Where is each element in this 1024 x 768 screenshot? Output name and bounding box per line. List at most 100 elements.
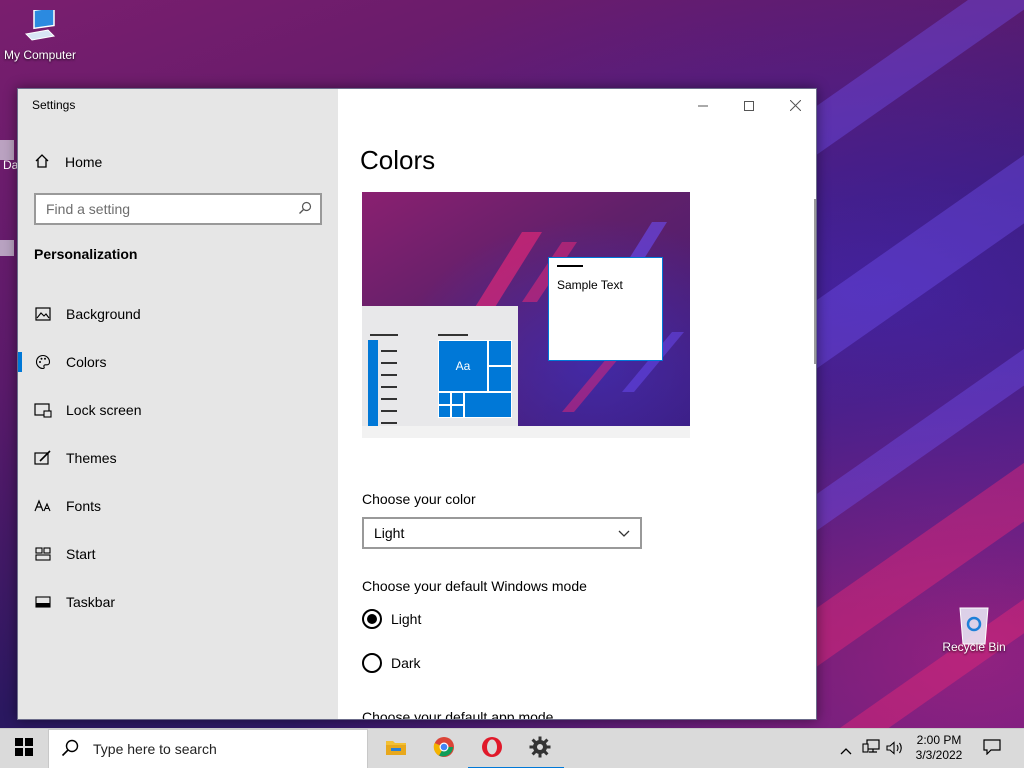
taskbar-app-file-explorer[interactable] [372,729,420,768]
choose-color-label: Choose your color [362,491,476,507]
home-icon [34,153,50,172]
sample-title-line [557,265,583,267]
radio-label: Dark [391,655,421,671]
taskbar-strip-preview [368,340,378,426]
sidebar-item-label: Taskbar [66,594,116,610]
desktop-icon-partial[interactable] [0,140,14,160]
sidebar-item-label: Themes [66,450,117,466]
tile [438,392,451,405]
preview-bottom-strip [362,426,690,438]
sample-text: Sample Text [557,278,623,292]
windows-mode-dark-radio[interactable]: Dark [362,653,421,673]
menu-line [381,410,397,412]
start-icon [34,545,52,563]
menu-line [370,334,398,336]
radio-label: Light [391,611,422,627]
settings-icon [529,736,551,762]
maximize-button[interactable] [726,93,772,117]
action-center-button[interactable] [978,729,1006,768]
tile [488,340,512,366]
taskbar-icon [34,593,52,611]
desktop-icon-recycle-bin[interactable]: Recycle Bin [934,602,1014,654]
minimize-button[interactable] [680,93,726,117]
settings-search-input[interactable] [46,201,298,217]
windows-mode-label: Choose your default Windows mode [362,578,587,594]
sidebar-item-taskbar[interactable]: Taskbar [18,578,338,626]
fonts-icon [34,497,52,515]
menu-line [381,362,397,364]
taskbar-app-opera[interactable] [468,729,516,768]
search-icon[interactable] [298,200,312,219]
sidebar-item-fonts[interactable]: Fonts [18,482,338,530]
search-icon [61,739,79,760]
close-icon [789,96,801,115]
chrome-icon [433,736,455,762]
computer-icon [22,6,58,44]
taskbar-search-box[interactable]: Type here to search [48,729,368,768]
section-title: Personalization [34,246,138,262]
file-explorer-icon [385,738,407,760]
menu-line [438,334,468,336]
page-title: Colors [360,145,436,175]
app-mode-label: Choose your default app mode [362,709,554,720]
sidebar-item-label: Fonts [66,498,102,514]
tile [438,405,451,418]
window-title: Settings [32,98,76,112]
start-button[interactable] [0,729,48,768]
lock-screen-icon [34,401,52,419]
chevron-up-icon [840,740,852,759]
show-hidden-icons-button[interactable] [836,729,856,768]
sidebar-item-themes[interactable]: Themes [18,434,338,482]
network-button[interactable] [860,729,882,768]
menu-line [381,374,397,376]
sidebar: Settings Home Personalization Background [18,89,338,719]
desktop-icon-label: Recycle Bin [942,640,1006,654]
tile [451,405,464,418]
menu-line [381,386,397,388]
desktop-icon-my-computer[interactable]: My Computer [0,6,80,62]
sidebar-item-background[interactable]: Background [18,290,338,338]
chevron-down-icon [618,525,630,541]
windows-mode-light-radio[interactable]: Light [362,609,421,629]
volume-button[interactable] [884,729,906,768]
sidebar-item-start[interactable]: Start [18,530,338,578]
maximize-icon [744,96,754,115]
picture-icon [34,305,52,323]
home-link[interactable]: Home [34,151,102,173]
tile [464,392,512,418]
choose-color-dropdown[interactable]: Light [362,517,642,549]
menu-line [381,422,397,424]
scrollbar[interactable] [814,199,816,364]
desktop-icon-label: My Computer [3,48,77,62]
sidebar-item-colors[interactable]: Colors [18,338,338,386]
palette-icon [34,353,52,371]
taskbar-app-settings[interactable] [516,729,564,768]
sidebar-item-label: Lock screen [66,402,142,418]
sidebar-item-label: Colors [66,354,107,370]
home-label: Home [65,154,103,170]
sample-window-preview: Sample Text [548,257,663,361]
clock-time: 2:00 PM [916,733,962,747]
color-preview: Aa Sample Text [362,192,690,438]
taskbar: Type here to search 2:00 PM 3/3/2022 [0,728,1024,768]
recycle-bin-icon [956,602,992,645]
start-menu-preview: Aa [362,306,518,426]
tile-large: Aa [438,340,488,392]
clock-date: 3/3/2022 [915,748,963,762]
sidebar-item-label: Start [66,546,96,562]
settings-search-box[interactable] [34,193,322,225]
tile [451,392,464,405]
sidebar-item-label: Background [66,306,141,322]
taskbar-app-chrome[interactable] [420,729,468,768]
close-button[interactable] [772,93,816,117]
tile [488,366,512,392]
desktop-icon-partial[interactable] [0,240,14,256]
settings-window: Settings Home Personalization Background [17,88,817,720]
notification-icon [983,739,1001,759]
taskbar-clock[interactable]: 2:00 PM 3/3/2022 [908,733,970,763]
menu-line [381,350,397,352]
sidebar-item-lock-screen[interactable]: Lock screen [18,386,338,434]
network-icon [862,739,880,759]
opera-icon [481,736,503,762]
radio-circle [362,609,382,629]
